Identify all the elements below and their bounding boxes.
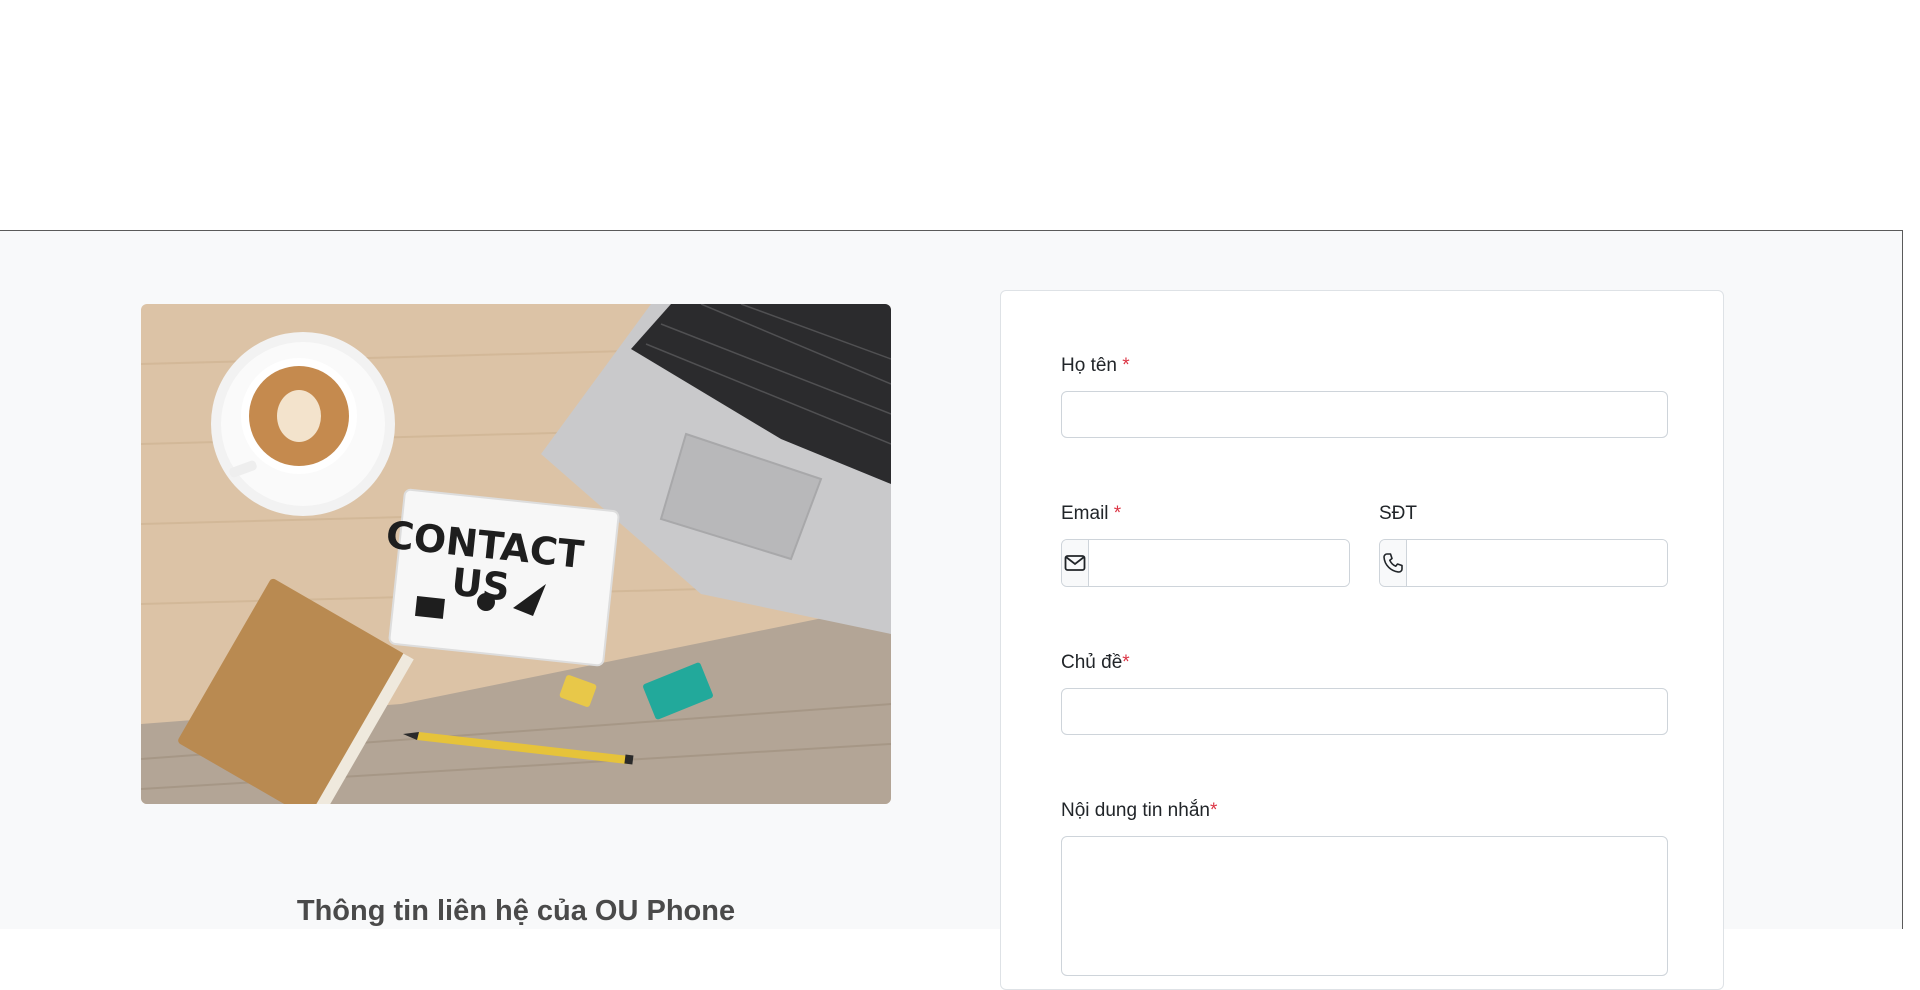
required-mark: * — [1209, 800, 1218, 821]
message-label-text: Nội dung tin nhắn — [1061, 800, 1210, 821]
contact-us-photo: CONTACT US — [141, 304, 891, 804]
subject-input[interactable] — [1061, 688, 1668, 735]
name-label-text: Họ tên — [1061, 355, 1117, 376]
required-mark: * — [1122, 355, 1130, 376]
email-label-text: Email — [1061, 503, 1109, 524]
email-input[interactable] — [1089, 540, 1349, 586]
telephone-icon — [1380, 540, 1407, 586]
email-input-group — [1061, 539, 1350, 587]
message-label: Nội dung tin nhắn* — [1061, 800, 1217, 822]
required-mark: * — [1113, 503, 1122, 524]
envelope-icon — [1062, 540, 1089, 586]
contact-section: CONTACT US Thông tin liên hệ của OU Phon… — [0, 230, 1903, 990]
phone-input-group — [1379, 539, 1668, 587]
phone-label: SĐT — [1379, 503, 1417, 525]
message-textarea[interactable] — [1061, 836, 1668, 976]
phone-label-text: SĐT — [1379, 503, 1417, 524]
phone-input[interactable] — [1407, 540, 1667, 586]
required-mark: * — [1122, 652, 1130, 673]
contact-form-card: Họ tên * Email * SĐT Chủ đề* Nội dung ti… — [1000, 290, 1724, 990]
subject-label: Chủ đề* — [1061, 652, 1130, 674]
subject-label-text: Chủ đề — [1061, 652, 1123, 673]
contact-info-title: Thông tin liên hệ của OU Phone — [296, 895, 736, 927]
email-label: Email * — [1061, 503, 1121, 525]
page-top-blank — [0, 0, 1920, 230]
name-input[interactable] — [1061, 391, 1668, 438]
name-label: Họ tên * — [1061, 355, 1130, 377]
